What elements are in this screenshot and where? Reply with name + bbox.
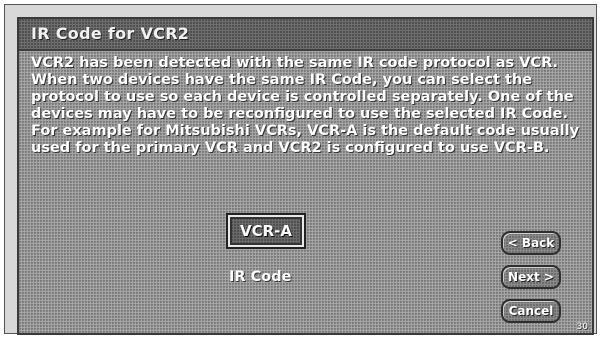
- ir-code-selector[interactable]: VCR-A: [226, 213, 306, 249]
- title-bar: IR Code for VCR2: [19, 19, 592, 51]
- ir-code-caption: IR Code: [229, 269, 292, 285]
- dialog-message: VCR2 has been detected with the same IR …: [31, 55, 580, 156]
- cancel-button[interactable]: Cancel: [501, 299, 561, 323]
- dialog-panel: IR Code for VCR2 VCR2 has been detected …: [17, 17, 594, 335]
- dialog-title: IR Code for VCR2: [31, 24, 190, 43]
- back-button[interactable]: < Back: [501, 231, 561, 255]
- page-number: 30: [576, 322, 588, 332]
- ir-code-value: VCR-A: [239, 222, 292, 240]
- dialog-frame: IR Code for VCR2 VCR2 has been detected …: [4, 4, 597, 335]
- next-button[interactable]: Next >: [501, 265, 561, 289]
